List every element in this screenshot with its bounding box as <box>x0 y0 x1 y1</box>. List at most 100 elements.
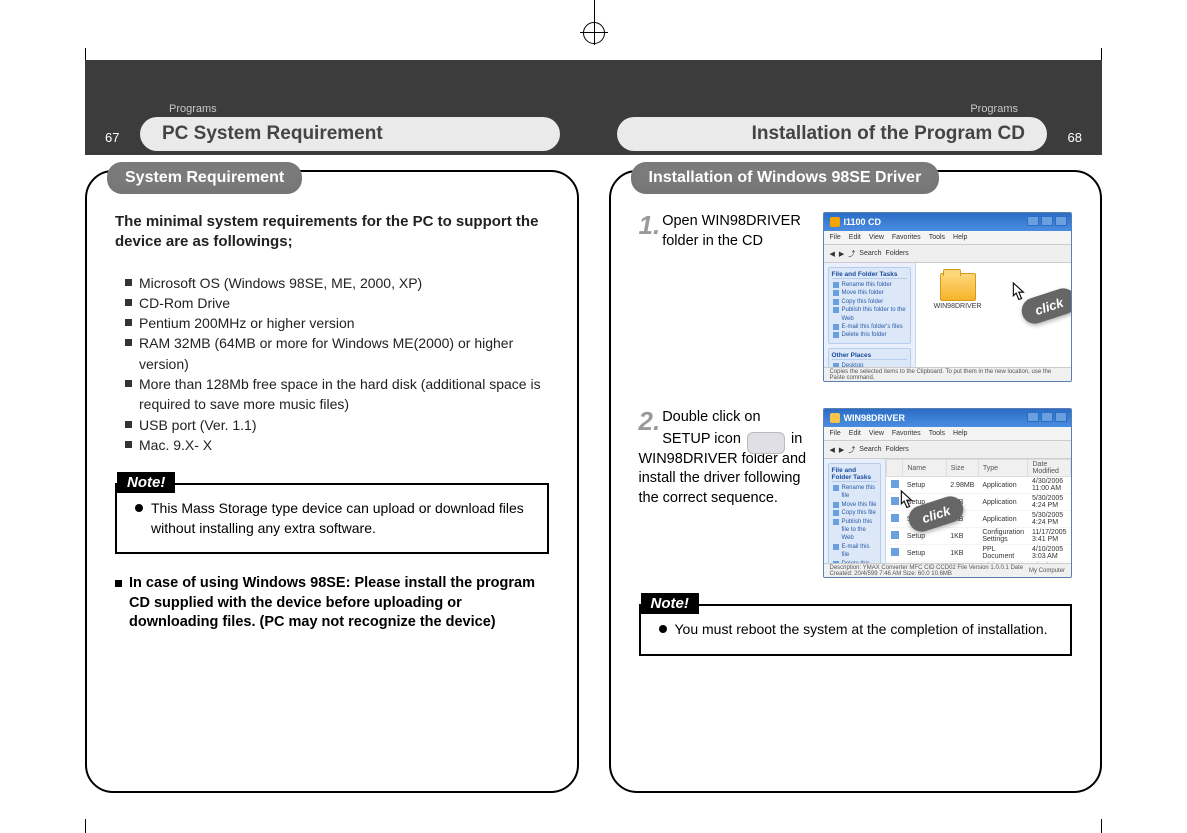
page-number-right: 68 <box>1068 130 1082 145</box>
toolbar-search[interactable]: Search <box>859 250 881 257</box>
menu-bar[interactable]: File Edit View Favorites Tools Help <box>824 427 1072 441</box>
req-item: Microsoft OS (Windows 98SE, ME, 2000, XP… <box>125 273 549 293</box>
install-heading: Installation of Windows 98SE Driver <box>631 162 940 194</box>
menu-item[interactable]: File <box>830 430 841 437</box>
task-item[interactable]: Delete this folder <box>832 331 907 339</box>
step-1-screenshot: I1100 CD File Edit View Favorites Tools … <box>823 212 1073 382</box>
menu-item[interactable]: View <box>869 234 884 241</box>
window-1-title: I1100 CD <box>844 217 882 227</box>
tasks-heading: File and Folder Tasks <box>832 271 907 279</box>
window-buttons[interactable] <box>1027 216 1067 226</box>
menu-item[interactable]: File <box>830 234 841 241</box>
menu-item[interactable]: Favorites <box>892 430 921 437</box>
setup-icon <box>747 432 785 454</box>
menu-item[interactable]: Edit <box>849 234 861 241</box>
tasks-heading: File and Folder Tasks <box>832 467 878 482</box>
task-item[interactable]: E-mail this folder's files <box>832 323 907 331</box>
cd-icon <box>830 217 840 227</box>
step-2-text: 2. Double click on SETUP icon in WIN98DR… <box>639 408 809 578</box>
right-page-title-text: Installation of the Program CD <box>752 123 1025 145</box>
explorer-main[interactable]: WIN98DRIVER click <box>916 263 1072 367</box>
folder-label: WIN98DRIVER <box>934 303 982 310</box>
win98-warning: In case of using Windows 98SE: Please in… <box>115 574 549 633</box>
requirements-list: Microsoft OS (Windows 98SE, ME, 2000, XP… <box>115 273 549 456</box>
left-panel: System Requirement The minimal system re… <box>85 170 579 793</box>
task-item[interactable]: Move this folder <box>832 289 907 297</box>
crop-mark <box>85 819 86 833</box>
task-item[interactable]: Copy this file <box>832 509 878 517</box>
req-item: RAM 32MB (64MB or more for Windows ME(20… <box>125 333 549 374</box>
left-page-title-text: PC System Requirement <box>162 123 383 145</box>
note-box-right: Note! You must reboot the system at the … <box>639 604 1073 656</box>
task-item[interactable]: Publish this file to the Web <box>832 518 878 543</box>
file-row[interactable]: Setup1KBPPL Document4/10/2005 3:03 AM <box>887 545 1071 562</box>
status-right: My Computer <box>1029 568 1065 574</box>
status-left: Description: YMAX Converter MFC CID CCD0… <box>830 565 1029 577</box>
explorer-sidebar: File and Folder Tasks Rename this file M… <box>824 459 887 563</box>
win98driver-folder[interactable]: WIN98DRIVER <box>934 273 982 310</box>
step-2-screenshot: WIN98DRIVER File Edit View Favorites Too… <box>823 408 1073 578</box>
toolbar-folders[interactable]: Folders <box>885 446 908 453</box>
menu-item[interactable]: Edit <box>849 430 861 437</box>
status-bar: Copies the selected items to the Clipboa… <box>824 367 1072 381</box>
toolbar-search[interactable]: Search <box>859 446 881 453</box>
note-text: You must reboot the system at the comple… <box>659 620 1057 640</box>
step-1-body: Open WIN98DRIVER folder in the CD <box>662 213 801 249</box>
task-item[interactable]: Copy this folder <box>832 298 907 306</box>
toolbar-folders[interactable]: Folders <box>885 250 908 257</box>
window-buttons[interactable] <box>1027 412 1067 422</box>
task-item[interactable]: Rename this file <box>832 484 878 501</box>
intro-text: The minimal system requirements for the … <box>115 212 549 253</box>
step-2: 2. Double click on SETUP icon in WIN98DR… <box>639 408 1073 578</box>
step-2-number: 2. <box>639 408 661 434</box>
req-item: CD-Rom Drive <box>125 293 549 313</box>
left-column: System Requirement The minimal system re… <box>85 170 579 793</box>
step-2-body-a: Double click on SETUP icon <box>662 409 760 446</box>
explorer-main[interactable]: Name Size Type Date Modified Setup2.98MB… <box>886 459 1071 563</box>
breadcrumb-right: Programs <box>970 103 1018 115</box>
right-panel: Installation of Windows 98SE Driver 1. O… <box>609 170 1103 793</box>
note-box-left: Note! This Mass Storage type device can … <box>115 483 549 554</box>
right-column: Installation of Windows 98SE Driver 1. O… <box>609 170 1103 793</box>
page-number-left: 67 <box>105 130 119 145</box>
folder-icon <box>940 273 976 301</box>
task-item[interactable]: Move this file <box>832 501 878 509</box>
explorer-sidebar: File and Folder Tasks Rename this folder… <box>824 263 916 367</box>
req-item: More than 128Mb free space in the hard d… <box>125 374 549 415</box>
step-1-text: 1. Open WIN98DRIVER folder in the CD <box>639 212 809 382</box>
task-item[interactable]: E-mail this file <box>832 543 878 560</box>
menu-item[interactable]: Favorites <box>892 234 921 241</box>
toolbar[interactable]: ◀▶⤴ Search Folders <box>824 245 1072 263</box>
step-1-number: 1. <box>639 212 661 238</box>
menu-item[interactable]: Tools <box>929 234 945 241</box>
crop-mark <box>1101 819 1102 833</box>
task-item[interactable]: Rename this folder <box>832 281 907 289</box>
req-item: Pentium 200MHz or higher version <box>125 313 549 333</box>
note-text: This Mass Storage type device can upload… <box>135 499 533 538</box>
menu-item[interactable]: Help <box>953 430 967 437</box>
note-label: Note! <box>641 593 699 614</box>
menu-item[interactable]: View <box>869 430 884 437</box>
content-area: System Requirement The minimal system re… <box>85 170 1102 793</box>
menu-bar[interactable]: File Edit View Favorites Tools Help <box>824 231 1072 245</box>
window-2-title: WIN98DRIVER <box>844 413 906 423</box>
folder-icon <box>830 413 840 423</box>
page: Programs Programs 67 68 PC System Requir… <box>0 0 1187 833</box>
req-item: USB port (Ver. 1.1) <box>125 415 549 435</box>
registration-marks-top <box>0 0 1187 60</box>
header-band: Programs Programs 67 68 PC System Requir… <box>85 60 1102 155</box>
req-item: Mac. 9.X- X <box>125 435 549 455</box>
menu-item[interactable]: Help <box>953 234 967 241</box>
left-page-title: PC System Requirement <box>140 117 560 151</box>
explorer-window-1: I1100 CD File Edit View Favorites Tools … <box>823 212 1073 382</box>
status-bar: Description: YMAX Converter MFC CID CCD0… <box>824 563 1072 577</box>
task-item[interactable]: Publish this folder to the Web <box>832 306 907 323</box>
explorer-window-2: WIN98DRIVER File Edit View Favorites Too… <box>823 408 1073 578</box>
menu-item[interactable]: Tools <box>929 430 945 437</box>
note-label: Note! <box>117 472 175 493</box>
places-heading: Other Places <box>832 352 907 360</box>
right-page-title: Installation of the Program CD <box>617 117 1047 151</box>
step-1: 1. Open WIN98DRIVER folder in the CD I11… <box>639 212 1073 382</box>
system-requirement-heading: System Requirement <box>107 162 302 194</box>
toolbar[interactable]: ◀▶⤴ Search Folders <box>824 441 1072 459</box>
